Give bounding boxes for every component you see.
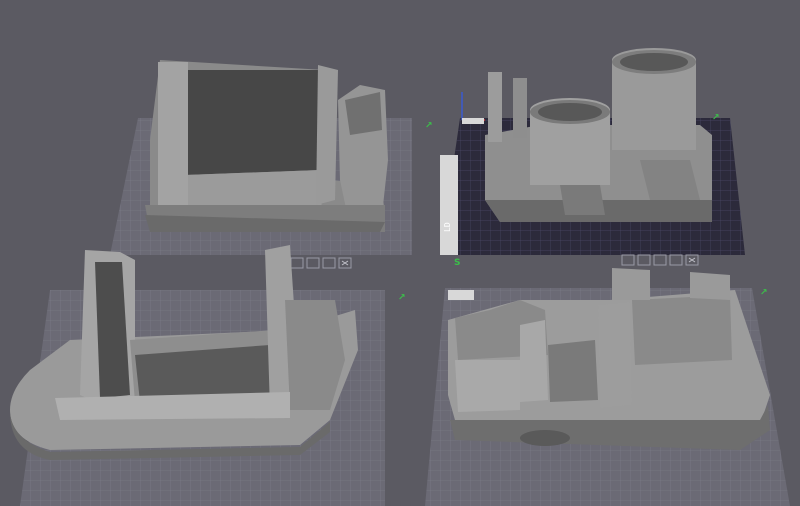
corner-mark: ↗ — [398, 293, 406, 303]
reload-icon[interactable] — [669, 254, 683, 266]
slicer-viewport[interactable]: ↗ LD S ↗ ↗ ↗ — [0, 0, 800, 506]
video-icon[interactable] — [290, 257, 304, 269]
viewport-top-right[interactable]: LD S ↗ — [440, 48, 745, 268]
video-icon[interactable] — [637, 254, 651, 266]
corner-mark: ↗ — [712, 113, 720, 123]
corner-mark: ↗ — [425, 121, 433, 131]
axis-gizmo — [461, 92, 485, 124]
gear-icon[interactable] — [653, 254, 667, 266]
origin-mark: S — [454, 258, 460, 268]
viewport-bottom-left[interactable]: ↗ — [10, 245, 406, 506]
build-plate-edge — [440, 155, 458, 255]
model-open-box[interactable] — [10, 245, 358, 460]
build-label: LD — [443, 222, 452, 232]
corner-mark: ↗ — [760, 288, 768, 298]
camera-icon[interactable] — [621, 254, 635, 266]
view-toolbar[interactable] — [621, 254, 699, 266]
reload-icon[interactable] — [322, 257, 336, 269]
model-box-enclosure[interactable] — [145, 60, 388, 232]
viewport-top-left[interactable]: ↗ — [110, 60, 433, 269]
plate-marker — [448, 290, 474, 300]
gear-icon[interactable] — [306, 257, 320, 269]
model-cylinder-holder[interactable] — [485, 48, 712, 222]
viewport-bottom-right[interactable]: ↗ — [425, 268, 790, 506]
